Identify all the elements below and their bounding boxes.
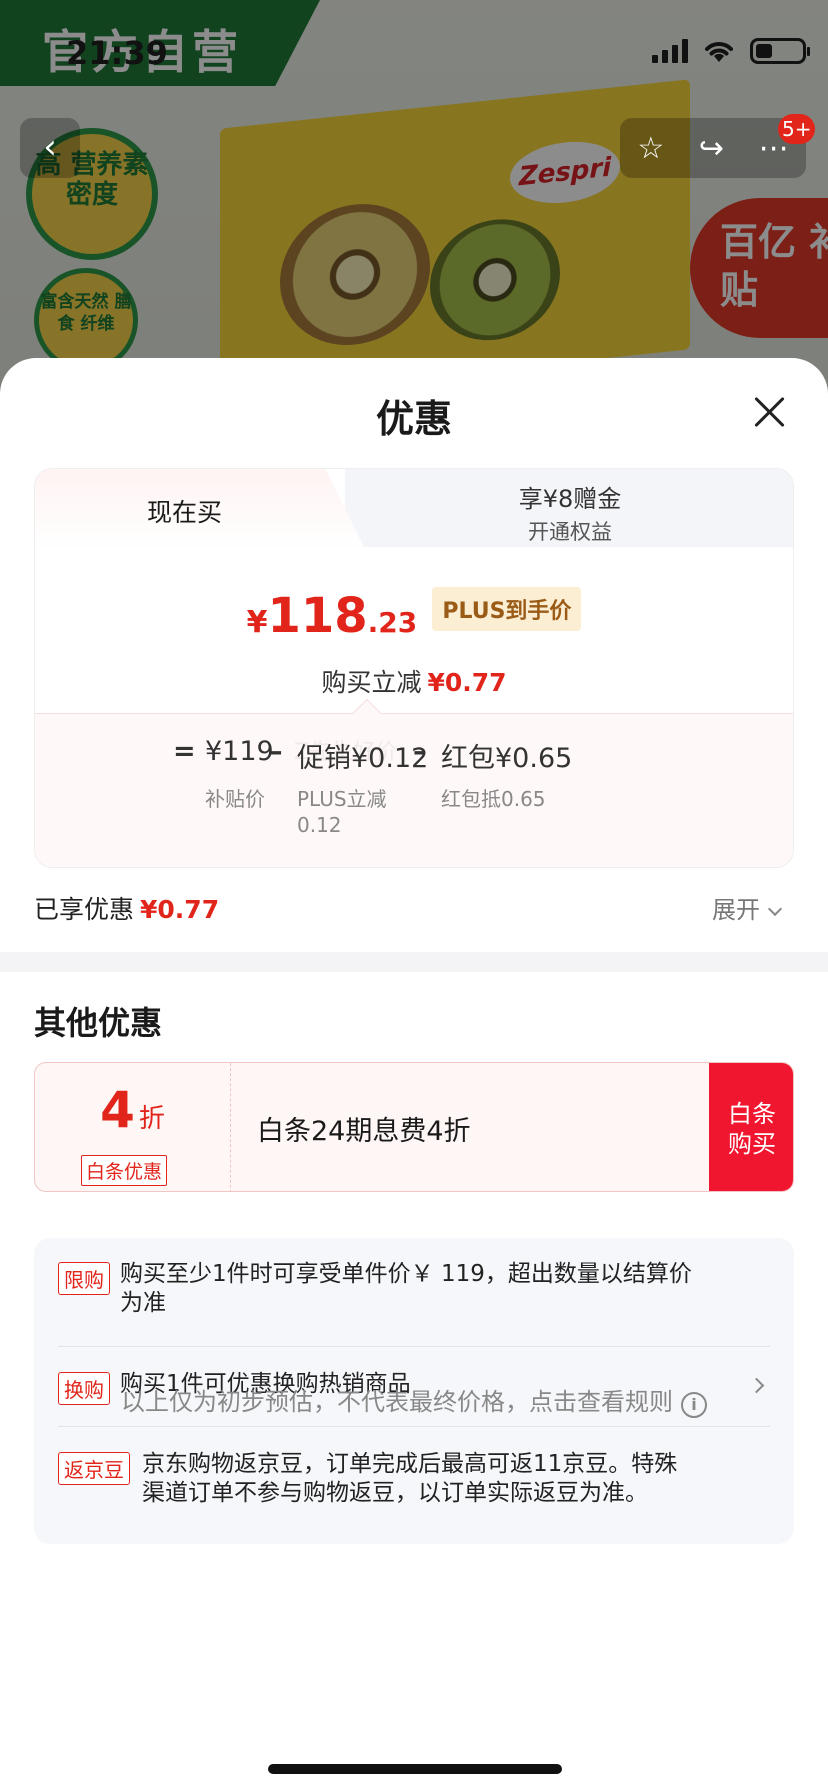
purchase-limit-tag: 限购 <box>58 1262 110 1295</box>
instant-reduce: 购买立减 ¥0.77 <box>35 663 793 699</box>
list-divider <box>58 1426 770 1427</box>
coupon-value: 4折 白条优惠 <box>35 1063 231 1191</box>
info-icon: i <box>681 1392 707 1418</box>
rules-note-text: 以上仅为初步预估，不代表最终价格，点击查看规则 <box>121 1388 673 1416</box>
product-background: 官方自营 高 营养素 密度 富含天然 膳食 纤维 Zespri 百亿 补贴 21… <box>0 0 828 420</box>
price-currency: ¥ <box>246 605 268 640</box>
coupon-badge: 白条优惠 <box>81 1155 168 1186</box>
redpack-label: 红包抵0.65 <box>441 787 546 811</box>
watermark: Z先生好价 <box>294 740 398 765</box>
plus-price-tag: PLUS到手价 <box>432 587 582 631</box>
battery-icon <box>750 38 810 64</box>
tab-buy-now-label: 现在买 <box>147 498 223 527</box>
jingdou-tag: 返京豆 <box>58 1452 130 1485</box>
discount-sheet: 优惠 享¥8赠金 开通权益 现在买 ¥118.23 PLUS到手价 购买立减 ¥0… <box>0 358 828 1792</box>
list-divider <box>58 1346 770 1347</box>
base-price-label: 补贴价 <box>205 787 265 811</box>
list-item: 返京豆 京东购物返京豆，订单完成后最高可返11京豆。特殊 渠道订单不参与购物返豆，… <box>58 1450 770 1510</box>
expand-button[interactable]: 展开 <box>712 890 783 925</box>
minus-sign: – <box>269 736 283 767</box>
section-divider <box>0 952 828 972</box>
close-icon[interactable] <box>748 390 792 434</box>
status-icons <box>652 38 810 64</box>
tab-plus-benefit-subtitle: 开通权益 <box>528 520 612 544</box>
expand-label: 展开 <box>712 896 760 924</box>
enjoyed-label: 已享优惠 <box>34 895 135 924</box>
jingdou-text: 京东购物返京豆，订单完成后最高可返11京豆。特殊 渠道订单不参与购物返豆，以订单实… <box>142 1451 678 1506</box>
chevron-down-icon <box>767 901 783 917</box>
screen: 官方自营 高 营养素 密度 富含天然 膳食 纤维 Zespri 百亿 补贴 21… <box>0 0 828 1792</box>
favorite-star-icon[interactable]: ☆ <box>637 131 664 166</box>
other-discounts-title: 其他优惠 <box>34 1004 163 1042</box>
price-card: 享¥8赠金 开通权益 现在买 ¥118.23 PLUS到手价 购买立减 ¥0.77… <box>34 468 794 868</box>
baitiao-coupon: 4折 白条优惠 白条24期息费4折 白条 购买 <box>34 1062 794 1192</box>
back-button[interactable]: ‹ <box>20 118 80 178</box>
coupon-number: 4 <box>100 1081 135 1139</box>
baitiao-buy-button[interactable]: 白条 购买 <box>709 1063 793 1191</box>
share-icon[interactable]: ↪ <box>699 131 724 166</box>
price-integer: 118 <box>267 588 368 644</box>
rules-note[interactable]: 以上仅为初步预估，不代表最终价格，点击查看规则 i <box>0 1382 828 1418</box>
final-price: ¥118.23 PLUS到手价 <box>35 587 793 644</box>
instant-reduce-label: 购买立减 <box>321 668 422 697</box>
redpack-value: 红包¥0.65 <box>441 743 573 774</box>
enjoyed-amount: ¥0.77 <box>140 895 220 924</box>
sheet-title: 优惠 <box>375 397 452 441</box>
price-breakdown: = ¥119 补贴价 – 促销¥0.12 PLUS立减 0.12 – 红包¥0.6… <box>35 698 793 867</box>
home-indicator <box>268 1764 562 1774</box>
tab-plus-benefit[interactable]: 享¥8赠金 开通权益 <box>345 469 793 547</box>
tab-plus-benefit-title: 享¥8赠金 <box>518 485 622 513</box>
wifi-icon <box>705 42 733 62</box>
signal-icon <box>652 39 688 63</box>
more-badge: 5+ <box>778 114 816 144</box>
minus-sign: – <box>413 736 427 767</box>
breakdown-notch <box>352 698 382 728</box>
coupon-description: 白条24期息费4折 <box>257 1116 471 1147</box>
list-item: 限购 购买至少1件时可享受单件价￥ 119，超出数量以结算价 为准 <box>58 1260 770 1320</box>
equals-sign: = <box>173 736 196 767</box>
tab-buy-now[interactable]: 现在买 <box>35 469 365 549</box>
base-price-value: ¥119 <box>205 736 274 767</box>
purchase-limit-text: 购买至少1件时可享受单件价￥ 119，超出数量以结算价 为准 <box>120 1261 692 1316</box>
instant-reduce-amount: ¥0.77 <box>427 668 507 697</box>
price-decimal: .23 <box>367 606 418 639</box>
coupon-unit: 折 <box>138 1104 165 1134</box>
status-time: 21:39 <box>66 34 168 72</box>
enjoyed-discount: 已享优惠 ¥0.77 <box>34 890 219 926</box>
promo-label: PLUS立减 0.12 <box>297 787 387 837</box>
